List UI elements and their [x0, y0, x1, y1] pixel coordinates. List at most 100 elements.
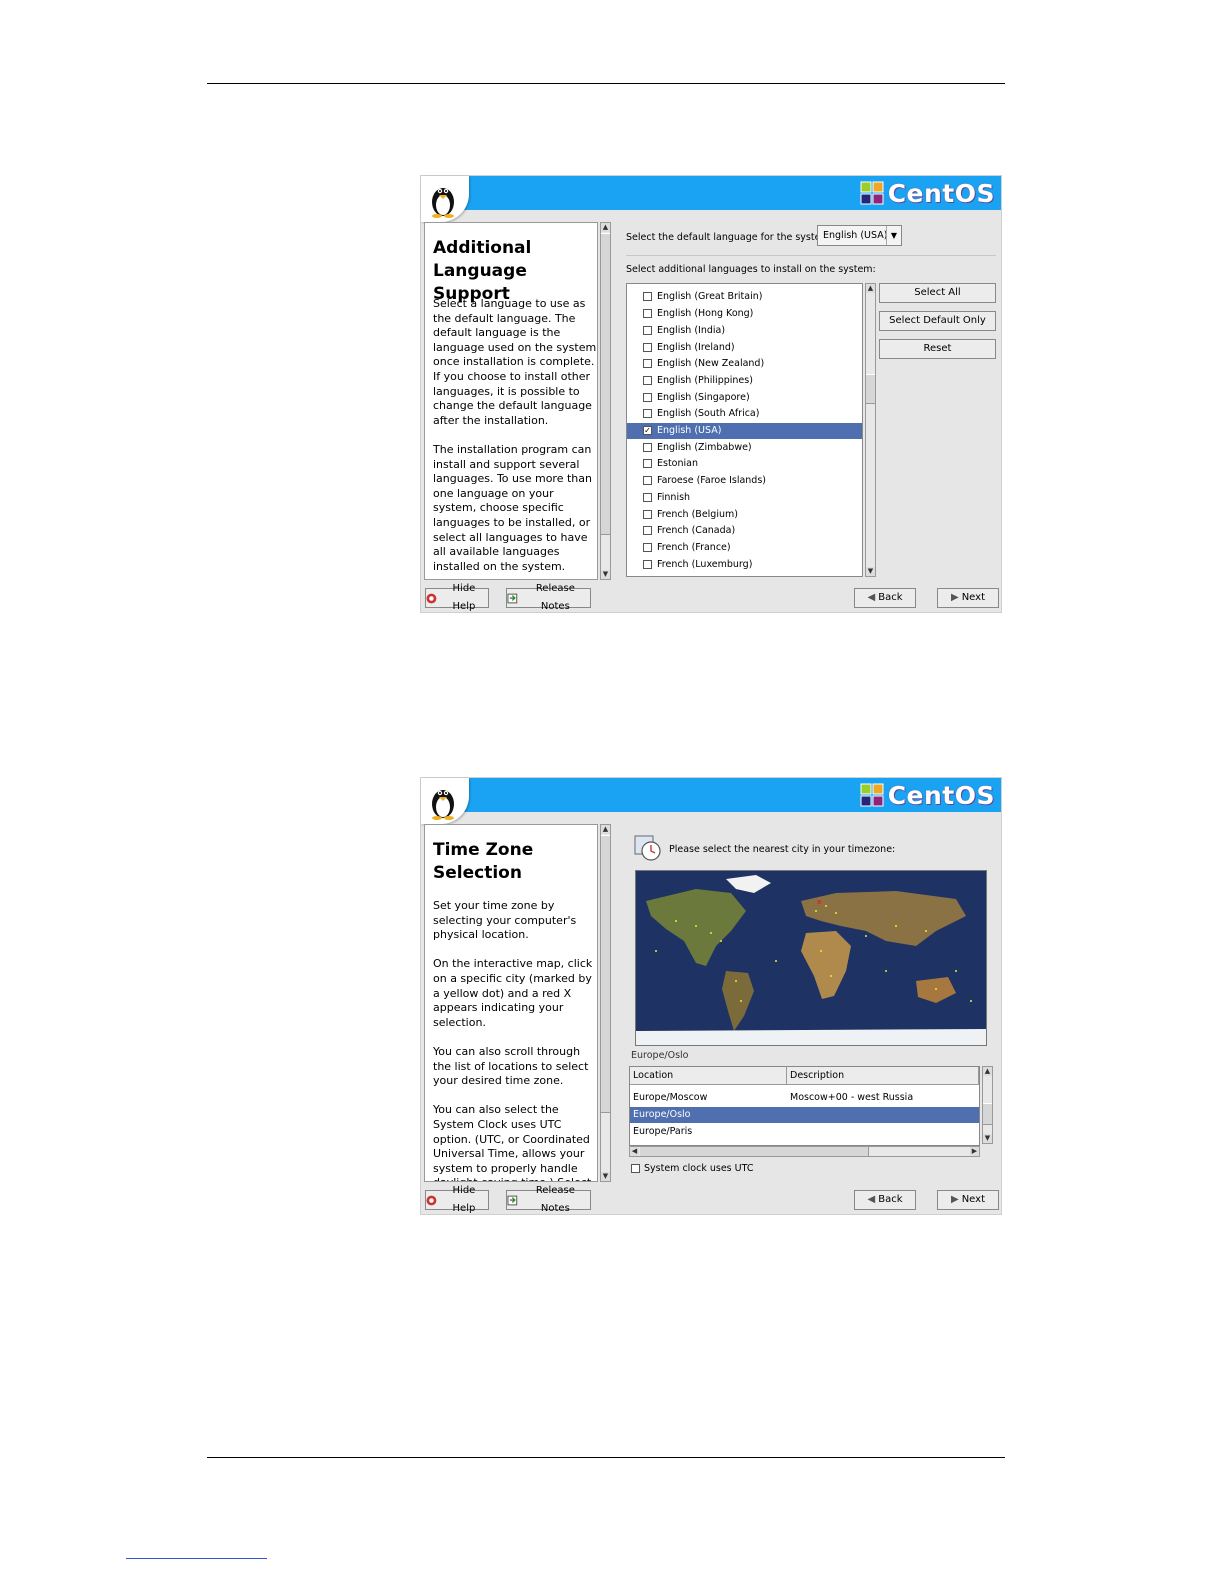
scroll-up-arrow-icon[interactable]: ▲: [983, 1067, 992, 1076]
checkbox[interactable]: [643, 560, 652, 569]
centos-wordmark: CentOS: [887, 780, 995, 810]
column-header-location[interactable]: Location: [630, 1067, 787, 1085]
checkbox-checked[interactable]: ✓: [643, 426, 652, 435]
default-language-select[interactable]: English (USA) ▼: [817, 225, 902, 246]
scroll-up-arrow-icon[interactable]: ▲: [601, 825, 610, 834]
footer-rule: [207, 1457, 1005, 1458]
checkbox[interactable]: [643, 526, 652, 535]
help-text: Select a language to use as the default …: [433, 297, 597, 579]
centos-mark-icon: [860, 783, 884, 807]
next-button[interactable]: ▶ Next: [937, 1190, 999, 1210]
scroll-up-arrow-icon[interactable]: ▲: [866, 284, 875, 293]
time-zone-screenshot: CentOS Time Zone Selection Set your time…: [420, 777, 1002, 1215]
scroll-thumb[interactable]: [983, 1103, 992, 1125]
scroll-down-arrow-icon[interactable]: ▼: [601, 570, 610, 579]
checkbox[interactable]: [643, 409, 652, 418]
footer-link-underline[interactable]: [126, 1558, 267, 1559]
back-button[interactable]: ◀ Back: [854, 588, 916, 608]
tux-penguin-icon: [432, 790, 454, 820]
header-rule: [207, 83, 1005, 84]
world-map[interactable]: x: [635, 870, 987, 1046]
checkbox[interactable]: [643, 543, 652, 552]
help-scrollbar[interactable]: ▲ ▼: [600, 222, 611, 580]
centos-logo: CentOS: [859, 178, 995, 208]
timezone-table-hscrollbar[interactable]: ◀ ▶: [629, 1146, 980, 1157]
timezone-table[interactable]: Location Description Europe/Moscow Mosco…: [629, 1066, 980, 1146]
checkbox[interactable]: [643, 359, 652, 368]
list-item-selected[interactable]: ✓ English (USA): [627, 423, 862, 439]
scroll-down-arrow-icon[interactable]: ▼: [983, 1134, 992, 1143]
language-list[interactable]: English (Great Britain) English (Hong Ko…: [626, 283, 863, 577]
checkbox[interactable]: [643, 493, 652, 502]
list-item-label: English (New Zealand): [657, 358, 765, 369]
list-item-label: English (Great Britain): [657, 291, 763, 302]
checkbox[interactable]: [643, 443, 652, 452]
notes-icon: [507, 1195, 518, 1205]
list-item-label: English (Singapore): [657, 392, 750, 403]
checkbox[interactable]: [643, 393, 652, 402]
scroll-thumb[interactable]: [866, 374, 875, 404]
help-scrollbar[interactable]: ▲ ▼: [600, 824, 611, 1182]
list-item[interactable]: French (Belgium): [627, 507, 862, 523]
checkbox[interactable]: [643, 343, 652, 352]
utc-option[interactable]: System clock uses UTC: [631, 1163, 753, 1174]
list-item[interactable]: English (Ireland): [627, 340, 862, 356]
release-notes-button[interactable]: Release Notes: [506, 583, 591, 612]
reset-button[interactable]: Reset: [879, 339, 996, 359]
hide-help-button[interactable]: Hide Help: [425, 1185, 489, 1214]
language-list-scrollbar[interactable]: ▲ ▼: [865, 283, 876, 577]
list-item[interactable]: French (France): [627, 540, 862, 556]
list-item[interactable]: English (New Zealand): [627, 356, 862, 372]
list-item[interactable]: English (Zimbabwe): [627, 440, 862, 456]
timezone-table-vscrollbar[interactable]: ▲ ▼: [982, 1066, 993, 1144]
cell-description: Moscow+00 - west Russia: [790, 1092, 914, 1103]
back-arrow-icon: ◀: [867, 592, 876, 603]
next-label: Next: [961, 592, 985, 603]
back-button[interactable]: ◀ Back: [854, 1190, 916, 1210]
list-item[interactable]: Faroese (Faroe Islands): [627, 473, 862, 489]
hide-help-button[interactable]: Hide Help: [425, 583, 489, 612]
checkbox[interactable]: [643, 476, 652, 485]
list-item[interactable]: Finnish: [627, 490, 862, 506]
timezone-prompt: Please select the nearest city in your t…: [669, 844, 896, 855]
table-row-selected[interactable]: Europe/Oslo: [630, 1107, 979, 1123]
list-item[interactable]: English (Singapore): [627, 390, 862, 406]
scroll-down-arrow-icon[interactable]: ▼: [866, 567, 875, 576]
scroll-left-arrow-icon[interactable]: ◀: [630, 1147, 639, 1156]
list-item[interactable]: English (South Africa): [627, 406, 862, 422]
default-language-value: English (USA): [823, 230, 888, 241]
checkbox[interactable]: [643, 309, 652, 318]
scroll-thumb[interactable]: [601, 233, 610, 535]
scroll-down-arrow-icon[interactable]: ▼: [601, 1172, 610, 1181]
cell-location: Europe/Oslo: [633, 1109, 691, 1120]
checkbox[interactable]: [643, 459, 652, 468]
scroll-thumb[interactable]: [601, 835, 610, 1113]
list-item-label: English (Ireland): [657, 342, 735, 353]
lifebuoy-icon: [426, 1195, 437, 1205]
next-button[interactable]: ▶ Next: [937, 588, 999, 608]
scroll-right-arrow-icon[interactable]: ▶: [970, 1147, 979, 1156]
list-item-label: French (Belgium): [657, 509, 738, 520]
list-item[interactable]: French (Canada): [627, 523, 862, 539]
checkbox[interactable]: [643, 376, 652, 385]
list-item[interactable]: English (Great Britain): [627, 289, 862, 305]
table-row[interactable]: Europe/Paris: [630, 1124, 979, 1140]
list-item[interactable]: English (India): [627, 323, 862, 339]
select-default-only-button[interactable]: Select Default Only: [879, 311, 996, 331]
table-row[interactable]: Europe/Moscow Moscow+00 - west Russia: [630, 1090, 979, 1106]
checkbox[interactable]: [643, 292, 652, 301]
list-item[interactable]: English (Philippines): [627, 373, 862, 389]
list-item[interactable]: English (Hong Kong): [627, 306, 862, 322]
select-all-button[interactable]: Select All: [879, 283, 996, 303]
list-item[interactable]: French (Luxemburg): [627, 557, 862, 573]
checkbox[interactable]: [643, 326, 652, 335]
list-item-label: English (USA): [657, 425, 722, 436]
column-header-description[interactable]: Description: [787, 1067, 979, 1085]
checkbox[interactable]: [643, 510, 652, 519]
release-notes-button[interactable]: Release Notes: [506, 1185, 591, 1214]
scroll-thumb[interactable]: [640, 1147, 869, 1156]
next-arrow-icon: ▶: [951, 1194, 959, 1205]
scroll-up-arrow-icon[interactable]: ▲: [601, 223, 610, 232]
utc-checkbox[interactable]: [631, 1164, 640, 1173]
list-item[interactable]: Estonian: [627, 456, 862, 472]
